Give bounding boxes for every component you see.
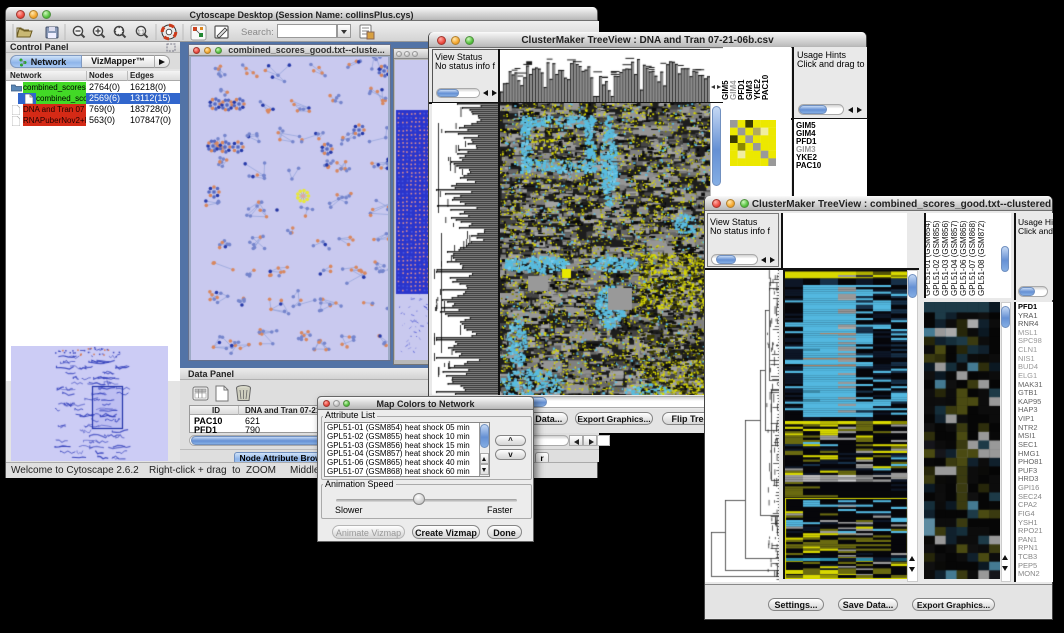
svg-text:Search:: Search: bbox=[241, 27, 274, 38]
svg-text:1:1: 1:1 bbox=[138, 30, 145, 36]
